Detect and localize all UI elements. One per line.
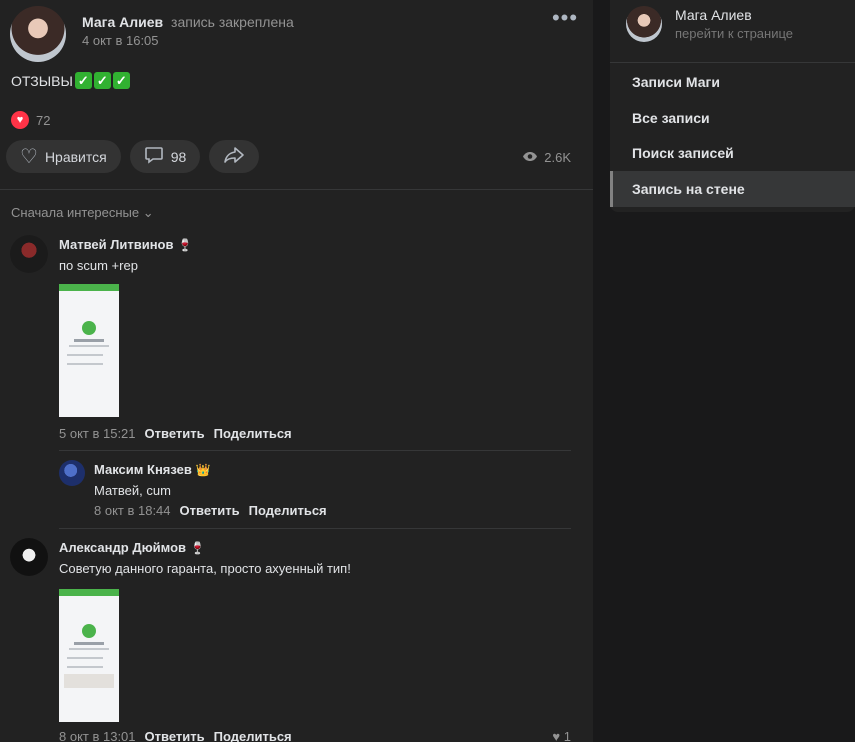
commenter-avatar[interactable] bbox=[10, 235, 48, 273]
heart-reaction-icon: ♥ bbox=[11, 111, 29, 129]
comment-image[interactable] bbox=[59, 284, 119, 417]
comment-button[interactable]: 98 bbox=[129, 140, 201, 173]
reactions-count: 72 bbox=[36, 112, 51, 128]
reply-button[interactable]: Ответить bbox=[180, 503, 240, 518]
share-arrow-icon bbox=[223, 146, 245, 168]
comment-meta: 8 окт в 13:01 Ответить Поделиться bbox=[59, 729, 292, 742]
commenter-name-text[interactable]: Матвей Литвинов bbox=[59, 237, 174, 252]
check-mark-icon: ✓ bbox=[93, 72, 111, 89]
commenter-avatar[interactable] bbox=[59, 460, 85, 486]
sidebar-profile[interactable]: Мага Алиев перейти к странице bbox=[626, 6, 846, 46]
heart-small-icon: ♥ bbox=[552, 729, 561, 742]
post-date[interactable]: 4 окт в 16:05 bbox=[82, 33, 159, 48]
heart-outline-icon: ♡ bbox=[20, 145, 38, 168]
share-link[interactable]: Поделиться bbox=[214, 426, 292, 441]
commenter-name-text[interactable]: Максим Князев bbox=[94, 462, 192, 477]
comment-like[interactable]: ♥ 1 bbox=[552, 729, 571, 742]
comment-meta: 8 окт в 18:44 Ответить Поделиться bbox=[94, 503, 327, 518]
share-link[interactable]: Поделиться bbox=[214, 729, 292, 742]
comment-text: по scum +rep bbox=[59, 258, 138, 273]
commenter-name-text[interactable]: Александр Дюймов bbox=[59, 540, 186, 555]
comments-count: 98 bbox=[170, 148, 187, 165]
sidebar-divider bbox=[610, 62, 855, 63]
views-counter: 2.6K bbox=[522, 150, 571, 165]
post-divider bbox=[0, 189, 593, 190]
sidebar-item-owner-posts[interactable]: Записи Маги bbox=[610, 64, 855, 100]
author-avatar[interactable] bbox=[10, 6, 66, 62]
comment-reply: Максим Князев 👑 Матвей, cum 8 окт в 18:44… bbox=[59, 460, 579, 520]
comment-date[interactable]: 8 окт в 13:01 bbox=[59, 729, 136, 742]
views-count: 2.6K bbox=[544, 150, 571, 165]
sidebar-item-all-posts[interactable]: Все записи bbox=[610, 100, 855, 136]
author-line: Мага Алиев запись закреплена bbox=[82, 14, 294, 30]
commenter-name[interactable]: Матвей Литвинов 🍷 bbox=[59, 237, 192, 252]
crown-emoji-icon: 👑 bbox=[195, 463, 211, 477]
comments-sort-dropdown[interactable]: Сначала интересные ⌄ bbox=[11, 205, 154, 221]
comment-date[interactable]: 8 окт в 18:44 bbox=[94, 503, 171, 518]
comment-text: Советую данного гаранта, просто ахуенный… bbox=[59, 561, 351, 576]
comment-date[interactable]: 5 окт в 15:21 bbox=[59, 426, 136, 441]
sidebar-profile-link[interactable]: перейти к странице bbox=[675, 26, 793, 41]
comment-bubble-icon bbox=[144, 146, 164, 168]
wine-emoji-icon: 🍷 bbox=[177, 238, 193, 252]
like-button[interactable]: ♡ Нравится bbox=[6, 140, 121, 173]
wine-emoji-icon: 🍷 bbox=[190, 541, 206, 555]
sidebar: Мага Алиев перейти к странице Записи Маг… bbox=[610, 0, 855, 212]
check-mark-icon: ✓ bbox=[112, 72, 130, 89]
sidebar-avatar[interactable] bbox=[626, 6, 662, 42]
share-link[interactable]: Поделиться bbox=[249, 503, 327, 518]
commenter-name[interactable]: Максим Князев 👑 bbox=[94, 462, 211, 477]
post-card: Мага Алиев запись закреплена 4 окт в 16:… bbox=[0, 0, 593, 742]
post-text-label: ОТЗЫВЫ bbox=[11, 72, 73, 89]
reply-divider bbox=[59, 450, 571, 451]
post-text: ОТЗЫВЫ ✓ ✓ ✓ bbox=[11, 72, 130, 89]
reply-button[interactable]: Ответить bbox=[145, 426, 205, 441]
more-options-icon[interactable]: ••• bbox=[550, 7, 580, 34]
reactions-summary[interactable]: ♥ 72 bbox=[11, 111, 50, 129]
comment-like-count: 1 bbox=[563, 729, 571, 742]
comment-meta: 5 окт в 15:21 Ответить Поделиться bbox=[59, 426, 292, 441]
comment-image[interactable] bbox=[59, 589, 119, 722]
sidebar-item-wall-post[interactable]: Запись на стене bbox=[610, 171, 855, 207]
comment-text: Матвей, cum bbox=[94, 483, 171, 498]
reply-divider bbox=[59, 528, 571, 529]
post-header: Мага Алиев запись закреплена 4 окт в 16:… bbox=[10, 6, 580, 62]
comment: Матвей Литвинов 🍷 по scum +rep 5 окт в 15… bbox=[10, 235, 580, 445]
sidebar-name[interactable]: Мага Алиев bbox=[675, 7, 752, 23]
commenter-avatar[interactable] bbox=[10, 538, 48, 576]
pinned-label: запись закреплена bbox=[171, 14, 294, 30]
comment: Александр Дюймов 🍷 Советую данного гарант… bbox=[10, 538, 580, 742]
sidebar-item-search-posts[interactable]: Поиск записей bbox=[610, 135, 855, 171]
commenter-name[interactable]: Александр Дюймов 🍷 bbox=[59, 540, 205, 555]
post-actions: ♡ Нравится 98 bbox=[6, 140, 260, 173]
reply-button[interactable]: Ответить bbox=[145, 729, 205, 742]
eye-icon bbox=[522, 150, 538, 165]
author-name[interactable]: Мага Алиев bbox=[82, 14, 163, 30]
share-button[interactable] bbox=[209, 140, 260, 173]
like-label: Нравится bbox=[44, 148, 107, 165]
check-mark-icon: ✓ bbox=[74, 72, 92, 89]
